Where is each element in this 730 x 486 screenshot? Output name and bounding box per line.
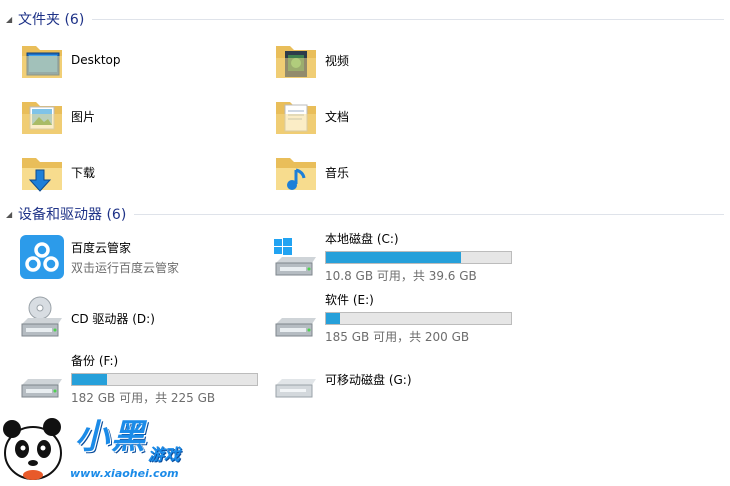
collapse-arrow-icon[interactable]: ◢ xyxy=(6,210,18,219)
device-drive-c[interactable]: 本地磁盘 (C:) 10.8 GB 可用，共 39.6 GB xyxy=(272,230,512,284)
drive-space-text: 182 GB 可用，共 225 GB xyxy=(71,391,216,405)
cd-drive-icon xyxy=(18,294,66,342)
desktop-folder-icon xyxy=(18,36,66,84)
device-baidu-cloud[interactable]: 百度云管家 双击运行百度云管家 xyxy=(18,230,179,284)
hard-drive-icon xyxy=(18,355,66,403)
videos-folder-icon xyxy=(272,36,320,84)
device-removable-g[interactable]: 可移动磁盘 (G:) xyxy=(272,352,412,406)
folder-music[interactable]: 音乐 xyxy=(272,145,349,199)
device-name: 软件 (E:) xyxy=(325,293,374,307)
folder-label: Desktop xyxy=(71,53,121,67)
device-name: 备份 (F:) xyxy=(71,354,119,368)
folder-label: 图片 xyxy=(71,109,96,124)
watermark-url: www.xiaohei.com xyxy=(70,467,179,480)
folders-group-title: 文件夹 (6) xyxy=(18,12,85,28)
folder-label: 视频 xyxy=(325,53,350,68)
device-name: CD 驱动器 (D:) xyxy=(71,311,155,326)
drive-usage-fill xyxy=(326,313,340,324)
device-name: 可移动磁盘 (G:) xyxy=(325,372,412,387)
pictures-folder-icon xyxy=(18,92,66,140)
group-divider xyxy=(92,18,724,20)
device-name: 百度云管家 xyxy=(71,240,132,255)
watermark-brand: 小黑 xyxy=(75,417,147,457)
documents-folder-icon xyxy=(272,92,320,140)
folder-label: 文档 xyxy=(325,109,350,124)
devices-group-title: 设备和驱动器 (6) xyxy=(18,207,127,223)
device-cd-drive-d[interactable]: CD 驱动器 (D:) xyxy=(18,291,155,345)
drive-space-text: 185 GB 可用，共 200 GB xyxy=(325,330,470,344)
device-drive-f[interactable]: 备份 (F:) 182 GB 可用，共 225 GB xyxy=(18,352,258,406)
drive-usage-bar xyxy=(325,312,512,325)
panda-mascot-icon xyxy=(3,418,62,480)
devices-group-header[interactable]: ◢ 设备和驱动器 (6) xyxy=(6,204,724,224)
device-drive-e[interactable]: 软件 (E:) 185 GB 可用，共 200 GB xyxy=(272,291,512,345)
folder-label: 音乐 xyxy=(325,165,350,180)
device-name: 本地磁盘 (C:) xyxy=(325,232,399,246)
music-folder-icon xyxy=(272,148,320,196)
folder-pictures[interactable]: 图片 xyxy=(18,89,95,143)
folder-videos[interactable]: 视频 xyxy=(272,33,349,87)
drive-usage-bar xyxy=(71,373,258,386)
folder-label: 下载 xyxy=(71,165,96,180)
baidu-cloud-icon xyxy=(18,233,66,281)
device-subtitle: 双击运行百度云管家 xyxy=(71,260,180,275)
hard-drive-icon xyxy=(272,294,320,342)
drive-usage-fill xyxy=(72,374,108,385)
drive-usage-fill xyxy=(326,252,462,263)
downloads-folder-icon xyxy=(18,148,66,196)
collapse-arrow-icon[interactable]: ◢ xyxy=(6,15,18,24)
folder-desktop[interactable]: Desktop xyxy=(18,33,121,87)
drive-usage-bar xyxy=(325,251,512,264)
folder-downloads[interactable]: 下载 xyxy=(18,145,95,199)
folder-documents[interactable]: 文档 xyxy=(272,89,349,143)
windows-drive-icon xyxy=(272,233,320,281)
watermark-logo: 小黑 游戏 www.xiaohei.com xyxy=(0,405,220,486)
removable-drive-icon xyxy=(272,355,320,403)
group-divider xyxy=(134,213,724,215)
watermark-brand-sub: 游戏 xyxy=(148,445,181,464)
drive-space-text: 10.8 GB 可用，共 39.6 GB xyxy=(325,269,477,283)
folders-group-header[interactable]: ◢ 文件夹 (6) xyxy=(6,9,724,29)
